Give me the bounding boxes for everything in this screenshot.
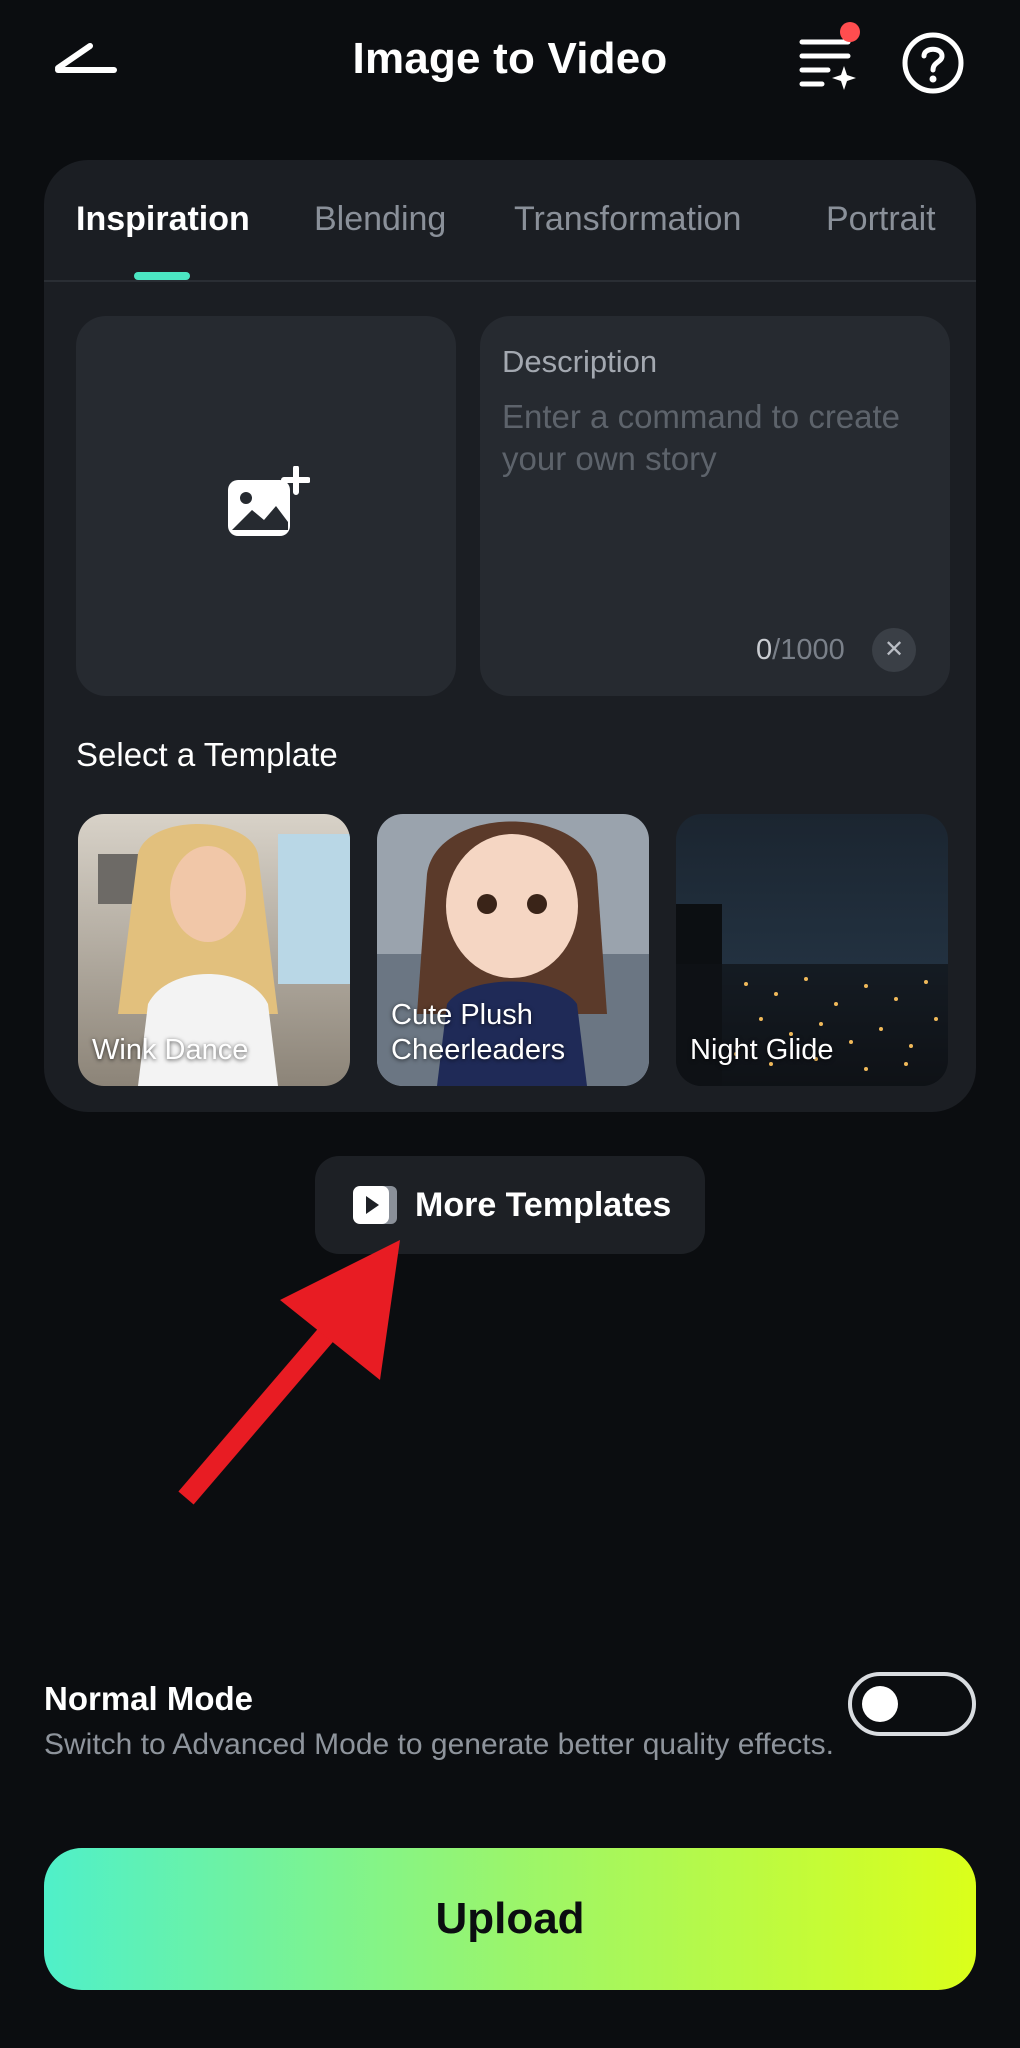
tasks-button[interactable] — [792, 22, 862, 98]
main-card: Inspiration Blending Transformation Port… — [44, 160, 976, 1112]
template-label: Wink Dance — [92, 1034, 249, 1066]
notification-dot — [840, 22, 860, 42]
annotation-arrow-icon — [178, 1240, 400, 1505]
play-video-icon — [353, 1186, 397, 1224]
description-input[interactable] — [502, 396, 922, 596]
template-card-cute-plush-cheerleaders[interactable]: Cute Plush Cheerleaders — [377, 814, 649, 1086]
template-card-wink-dance[interactable]: Wink Dance — [78, 814, 350, 1086]
tab-transformation[interactable]: Transformation — [514, 200, 741, 239]
tab-inspiration[interactable]: Inspiration — [76, 200, 250, 239]
clear-icon: ✕ — [883, 636, 905, 663]
character-count-value: 0 — [756, 634, 773, 666]
template-label: Night Glide — [690, 1034, 834, 1066]
select-template-title: Select a Template — [76, 736, 338, 773]
top-bar: Image to Video — [0, 0, 1020, 130]
character-count-max: /1000 — [772, 634, 845, 666]
description-label: Description — [502, 344, 658, 379]
tab-indicator — [134, 272, 190, 280]
tab-blending[interactable]: Blending — [314, 200, 446, 239]
toggle-knob — [862, 1686, 898, 1722]
tab-bar: Inspiration Blending Transformation Port… — [44, 160, 976, 282]
advanced-mode-toggle[interactable] — [848, 1672, 976, 1736]
clear-description-button[interactable]: ✕ — [872, 628, 916, 672]
template-card-night-glide[interactable]: Night Glide — [676, 814, 948, 1086]
help-button[interactable] — [900, 30, 966, 96]
character-count: 0/1000 — [756, 634, 845, 667]
upload-button[interactable]: Upload — [44, 1848, 976, 1990]
mode-description: Switch to Advanced Mode to generate bett… — [44, 1728, 834, 1761]
add-image-icon — [228, 466, 310, 536]
tab-portrait[interactable]: Portrait — [826, 200, 936, 239]
template-label: Cute Plush Cheerleaders — [391, 999, 566, 1066]
description-box: Description 0/1000 ✕ — [480, 316, 950, 696]
more-templates-label: More Templates — [415, 1186, 672, 1224]
help-circle-icon — [902, 32, 964, 94]
page-title: Image to Video — [352, 34, 668, 83]
image-upload-box[interactable] — [76, 316, 456, 696]
mode-title: Normal Mode — [44, 1680, 254, 1717]
